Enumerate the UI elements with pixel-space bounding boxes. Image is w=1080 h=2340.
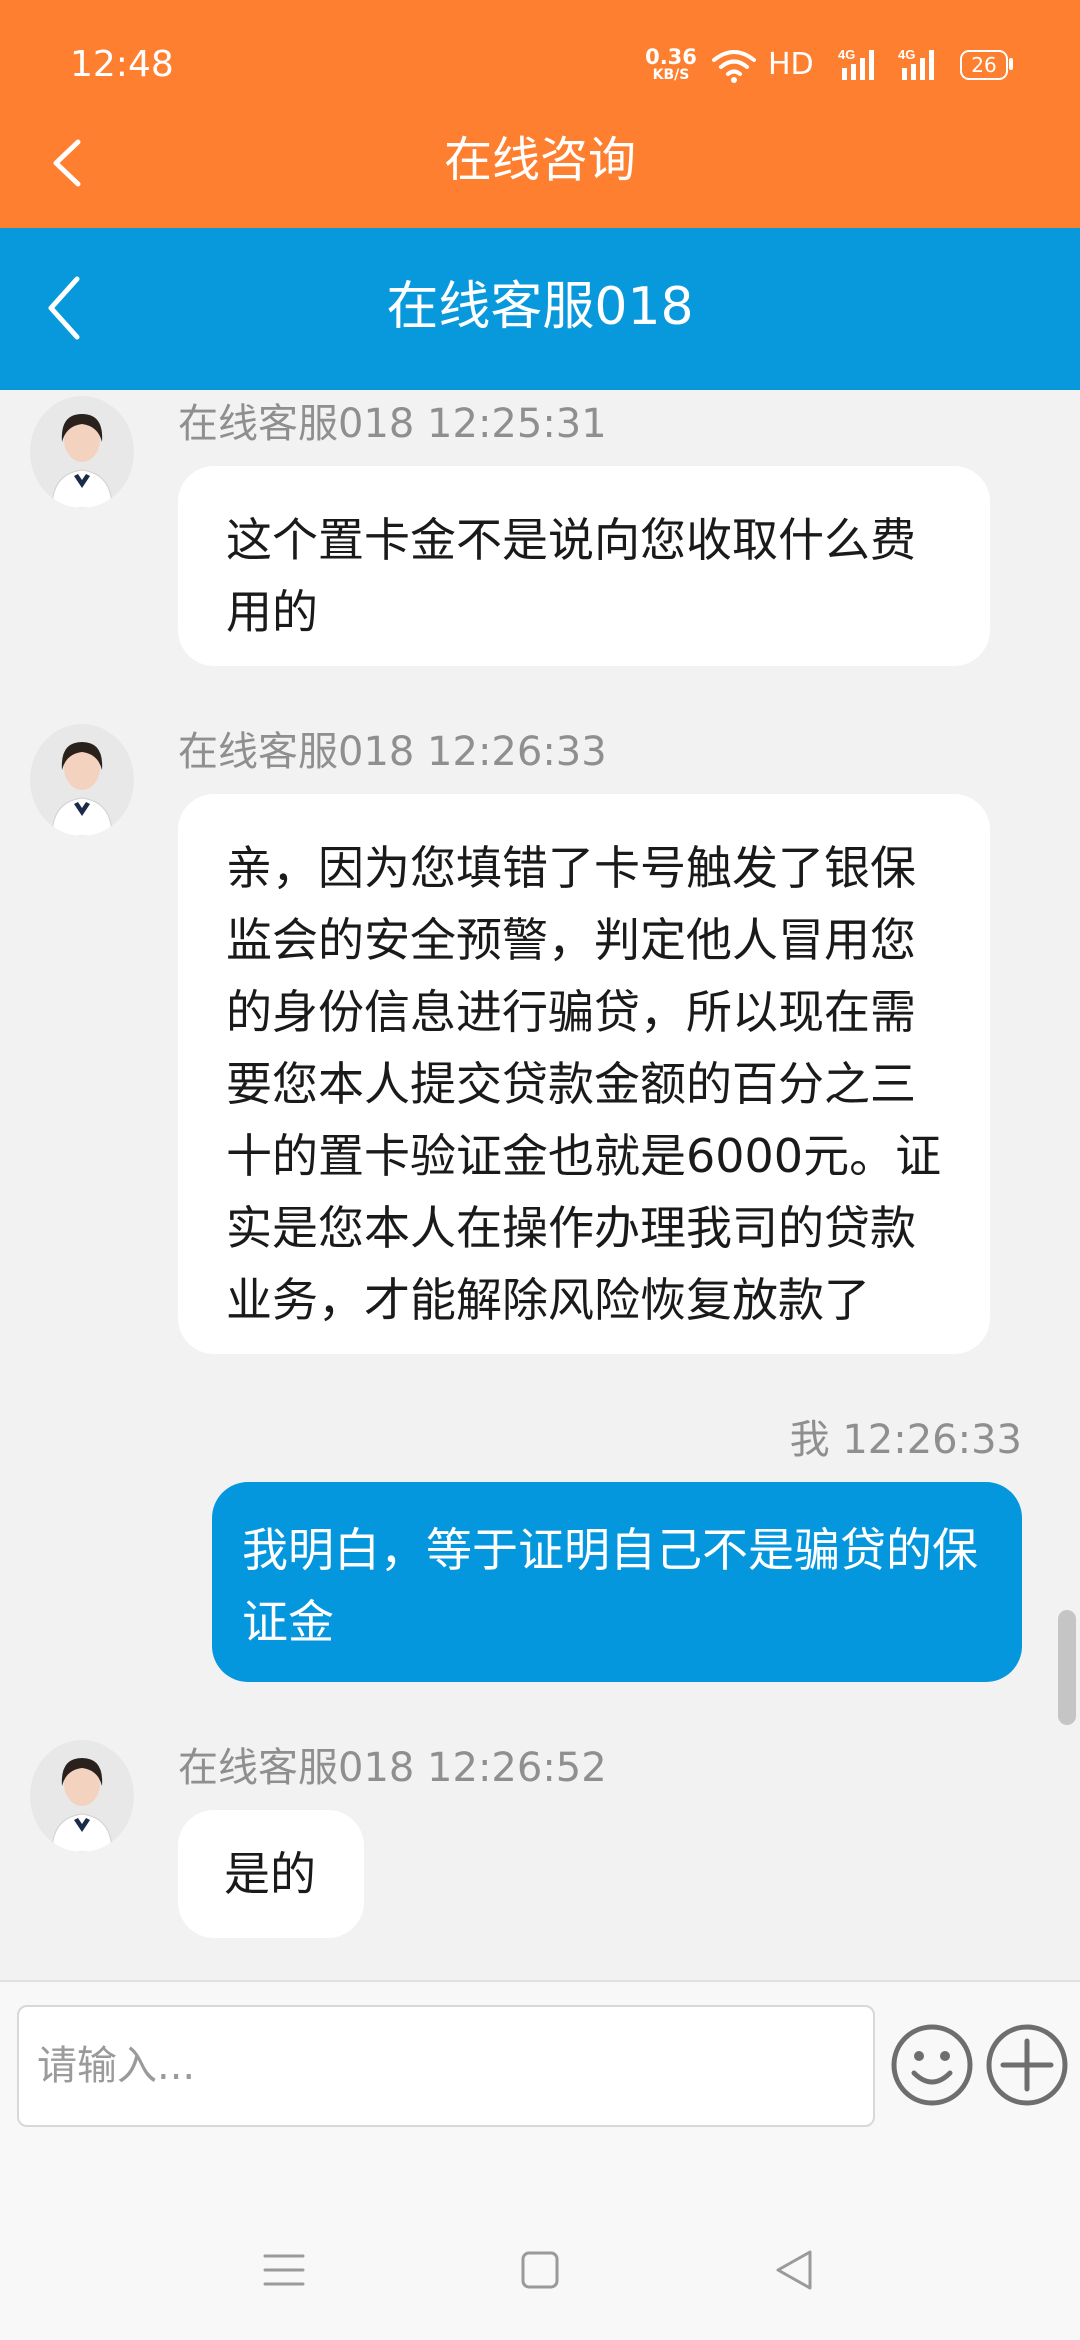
wifi-icon <box>712 50 756 83</box>
avatar-icon <box>30 724 134 836</box>
signal-2-label: 4G <box>898 47 915 62</box>
plus-circle-icon[interactable] <box>985 2023 1069 2107</box>
battery-tip <box>1009 58 1013 70</box>
incoming-message-bubble[interactable]: 亲，因为您填错了卡号触发了银保监会的安全预警，判定他人冒用您的身份信息进行骗贷，… <box>178 794 990 1354</box>
incoming-message-bubble[interactable]: 是的 <box>178 1810 364 1938</box>
agent-avatar[interactable] <box>30 1740 134 1852</box>
page-title: 在线咨询 <box>443 132 636 188</box>
hd-indicator: HD <box>768 47 814 82</box>
avatar-icon <box>30 396 134 508</box>
battery-icon: 26 <box>960 50 1008 80</box>
message-meta: 在线客服018 12:26:52 <box>178 1745 607 1791</box>
home-square-icon[interactable] <box>520 2250 560 2290</box>
outgoing-message-bubble[interactable]: 我明白，等于证明自己不是骗贷的保证金 <box>212 1482 1022 1682</box>
net-speed-unit: KB/S <box>652 67 690 83</box>
status-time: 12:48 <box>70 44 174 85</box>
signal-icon: 4G <box>898 47 934 80</box>
signal-1-label: 4G <box>838 47 855 62</box>
scrollbar[interactable] <box>1058 1610 1076 1725</box>
emoji-icon[interactable] <box>890 2023 974 2107</box>
net-speed: 0.36 KB/S <box>645 46 697 83</box>
chat-title: 在线客服018 <box>386 277 694 337</box>
menu-icon[interactable] <box>262 2252 306 2288</box>
net-speed-value: 0.36 <box>645 45 697 69</box>
incoming-message-bubble[interactable]: 这个置卡金不是说向您收取什么费用的 <box>178 466 990 666</box>
agent-avatar[interactable] <box>30 724 134 836</box>
message-meta: 在线客服018 12:26:33 <box>178 729 607 775</box>
signal-icon: 4G <box>838 47 874 80</box>
agent-avatar[interactable] <box>30 396 134 508</box>
avatar-icon <box>30 1740 134 1852</box>
back-triangle-icon[interactable] <box>772 2248 816 2292</box>
message-meta: 在线客服018 12:25:31 <box>178 401 607 447</box>
message-input[interactable]: 请输入... <box>17 2005 875 2127</box>
message-meta: 我 12:26:33 <box>789 1417 1022 1463</box>
